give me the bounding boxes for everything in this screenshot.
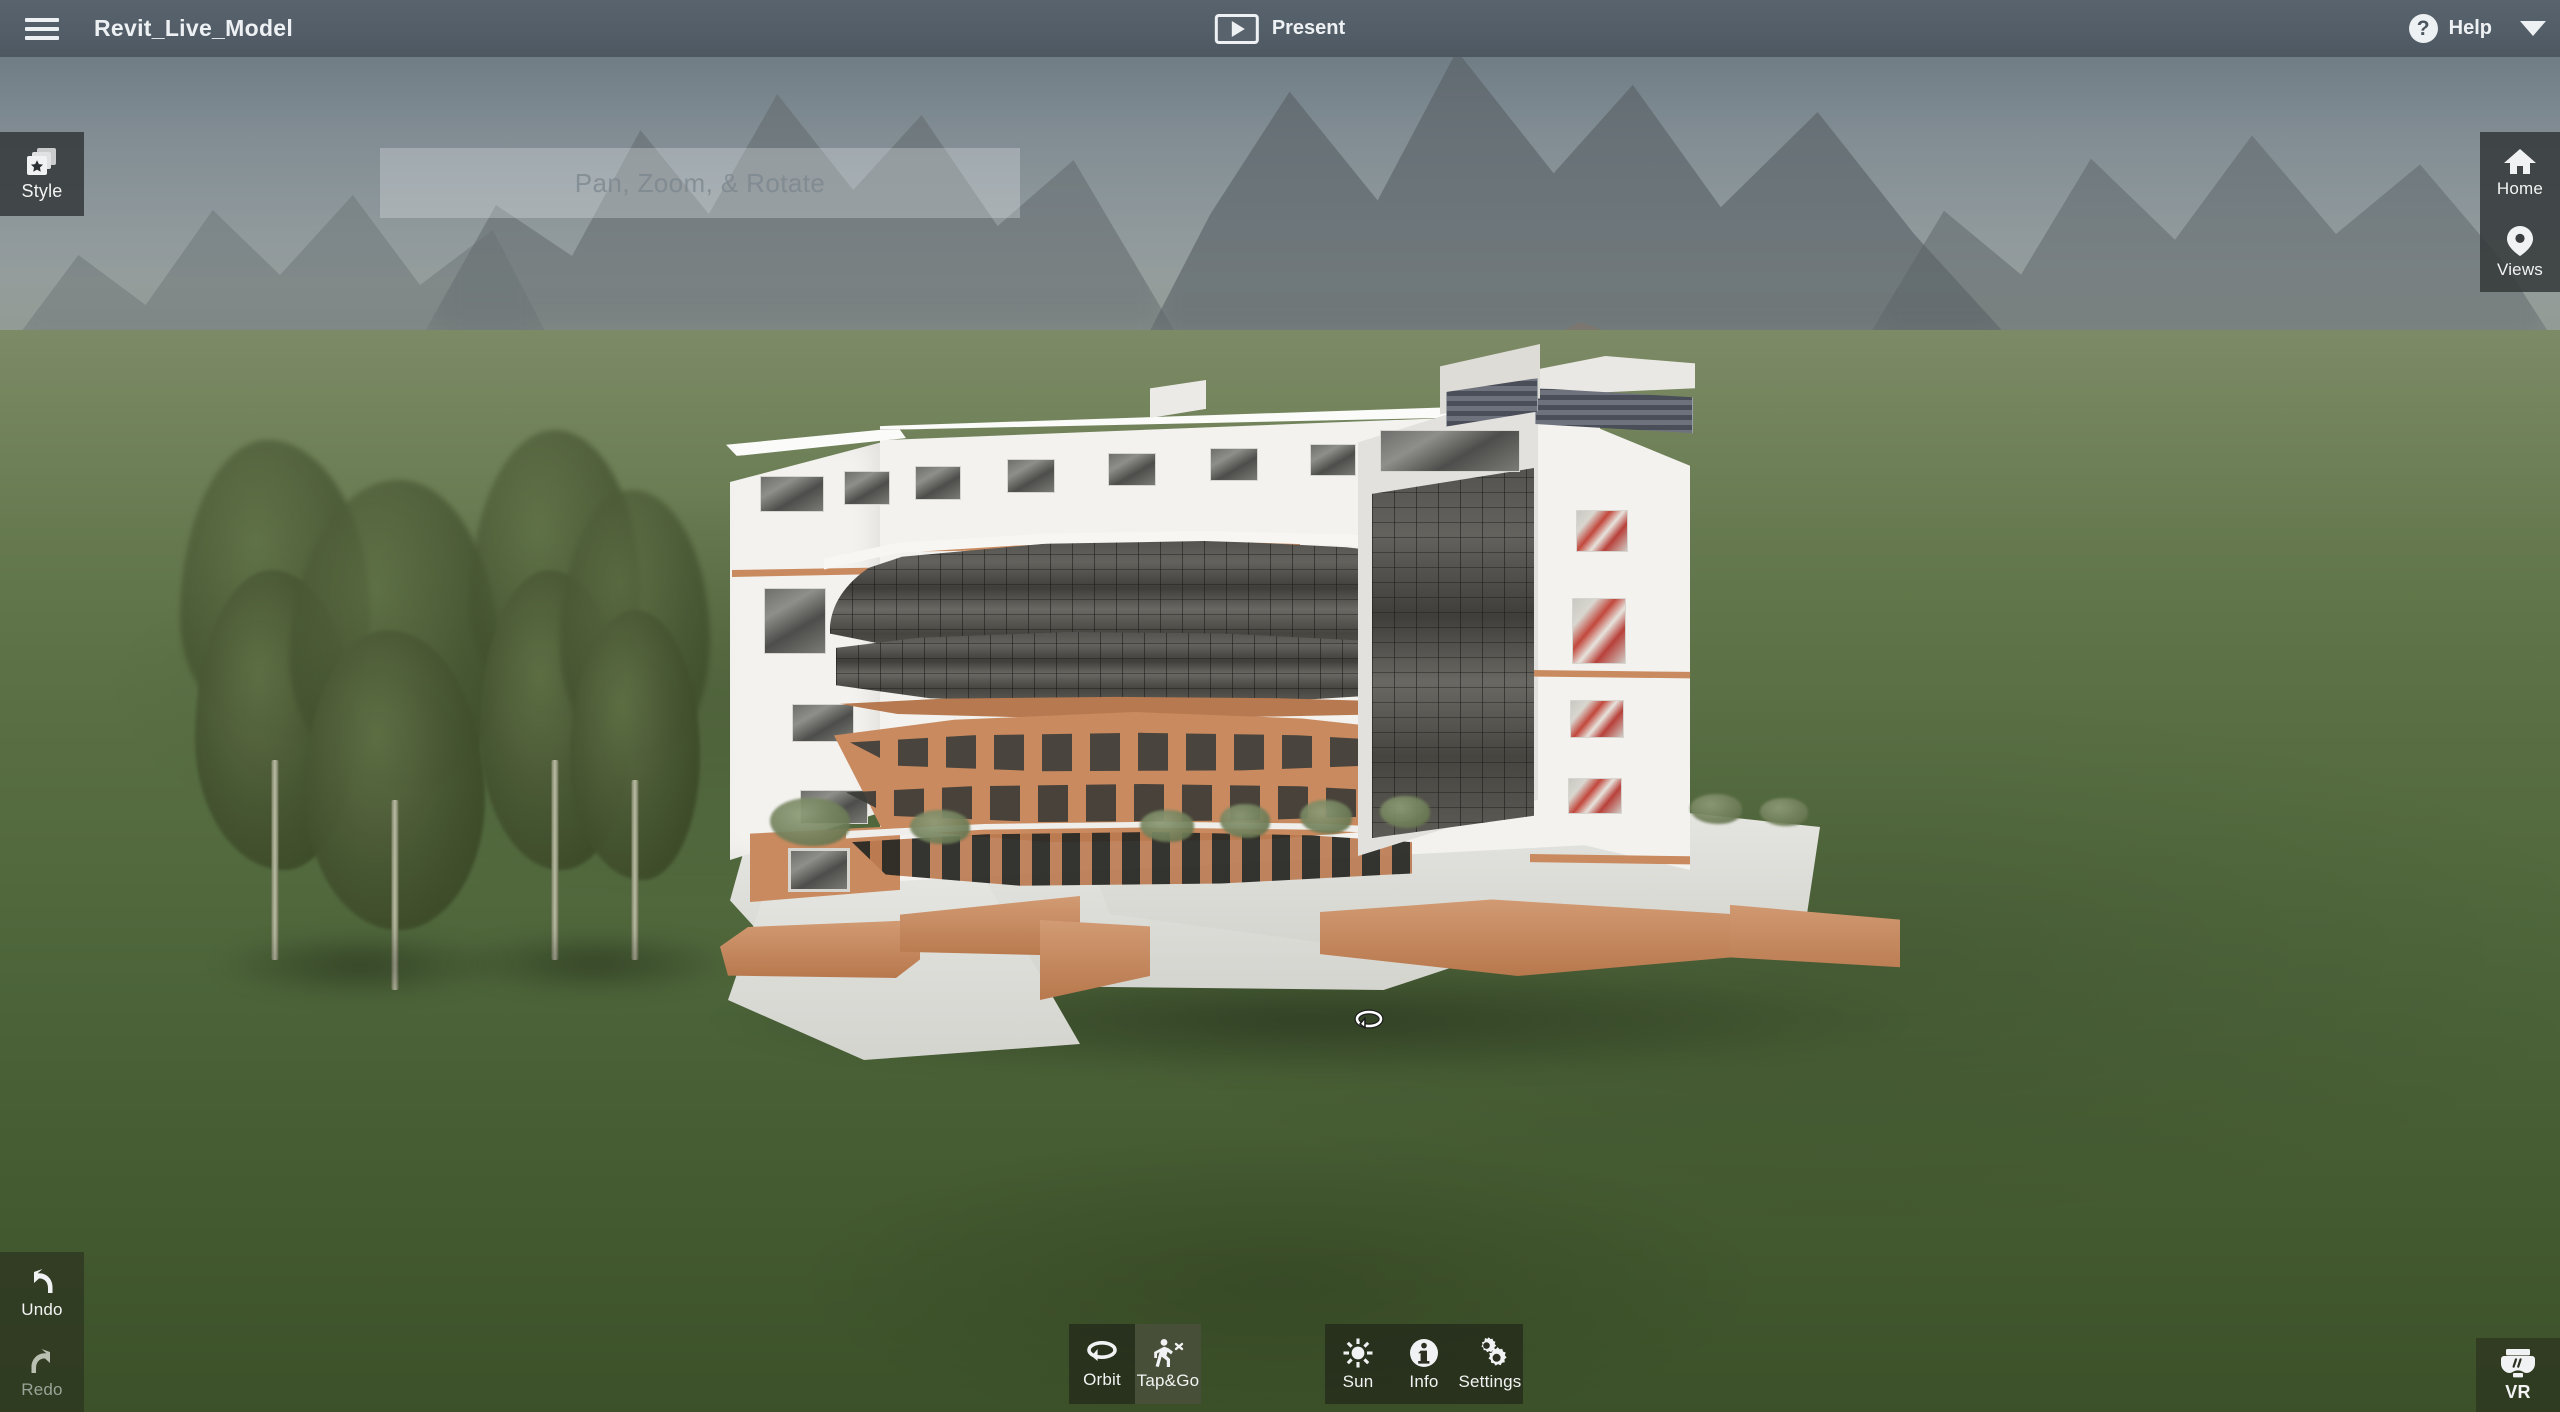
settings-button[interactable]: Settings bbox=[1457, 1324, 1523, 1404]
vr-headset-icon bbox=[2500, 1347, 2536, 1379]
rooftop-mechanical-box bbox=[1150, 380, 1206, 418]
home-button-label: Home bbox=[2496, 178, 2544, 198]
app-header-bar: Revit_Live_Model Present ? Help bbox=[0, 0, 2560, 57]
gears-settings-icon bbox=[1473, 1336, 1507, 1369]
vr-button[interactable]: VR bbox=[2476, 1338, 2560, 1412]
style-button-label: Style bbox=[21, 181, 63, 201]
undo-button-label: Undo bbox=[21, 1299, 63, 1319]
revit-live-viewer-app: Pan, Zoom, & Rotate Revit_Live_Model Pre… bbox=[0, 0, 2560, 1412]
style-cards-star-icon bbox=[24, 146, 60, 178]
scene-options-panel: Sun Info Settings bbox=[1325, 1324, 1523, 1404]
building-model bbox=[700, 344, 1920, 1080]
info-circle-icon bbox=[1408, 1337, 1440, 1369]
tap-and-go-button[interactable]: Tap&Go bbox=[1135, 1324, 1201, 1404]
map-pin-views-icon bbox=[2506, 225, 2534, 257]
present-button-label: Present bbox=[1271, 17, 1346, 39]
tree-shadow bbox=[450, 930, 740, 996]
header-right-group: ? Help bbox=[2395, 0, 2560, 57]
walking-person-icon bbox=[1151, 1338, 1185, 1368]
curtain-wall-glass bbox=[1372, 468, 1534, 838]
terrace-wall bbox=[1730, 904, 1900, 968]
3d-viewport[interactable]: Pan, Zoom, & Rotate bbox=[0, 0, 2560, 1412]
home-button[interactable]: Home bbox=[2480, 132, 2560, 212]
sun-button[interactable]: Sun bbox=[1325, 1324, 1391, 1404]
settings-button-label: Settings bbox=[1458, 1371, 1522, 1391]
redo-button-label: Redo bbox=[21, 1379, 63, 1399]
page-title: Revit_Live_Model bbox=[94, 15, 294, 41]
vr-button-label: VR bbox=[2505, 1382, 2531, 1402]
navigation-mode-panel: Orbit Tap&Go bbox=[1069, 1324, 1201, 1404]
help-button-label: Help bbox=[2448, 17, 2492, 39]
style-button[interactable]: Style bbox=[0, 132, 84, 216]
window-grid-row bbox=[850, 732, 1410, 772]
viewport-hint-text: Pan, Zoom, & Rotate bbox=[574, 167, 826, 198]
help-button[interactable]: ? Help bbox=[2395, 14, 2506, 43]
orbit-button[interactable]: Orbit bbox=[1069, 1324, 1135, 1404]
views-button-label: Views bbox=[2496, 259, 2544, 279]
sun-rays-icon bbox=[1342, 1337, 1374, 1369]
orbit-rotate-icon bbox=[1085, 1339, 1119, 1367]
views-button[interactable]: Views bbox=[2480, 212, 2560, 292]
tree bbox=[290, 480, 500, 990]
question-mark-circle-icon: ? bbox=[2408, 14, 2438, 43]
hamburger-menu-icon[interactable] bbox=[0, 0, 84, 57]
undo-button[interactable]: Undo bbox=[0, 1252, 84, 1332]
viewport-hint-overlay: Pan, Zoom, & Rotate bbox=[380, 148, 1020, 218]
tap-and-go-button-label: Tap&Go bbox=[1136, 1370, 1200, 1390]
history-panel: Undo Redo bbox=[0, 1252, 84, 1412]
home-house-icon bbox=[2503, 146, 2537, 176]
terrace-wall bbox=[720, 920, 920, 978]
style-panel: Style bbox=[0, 132, 84, 216]
undo-curved-arrow-icon bbox=[26, 1265, 58, 1297]
orbit-button-label: Orbit bbox=[1083, 1369, 1121, 1389]
play-video-icon bbox=[1214, 13, 1259, 44]
info-button[interactable]: Info bbox=[1391, 1324, 1457, 1404]
sun-button-label: Sun bbox=[1342, 1371, 1374, 1391]
redo-button[interactable]: Redo bbox=[0, 1332, 84, 1412]
view-navigation-panel: Home Views bbox=[2480, 132, 2560, 292]
vr-panel: VR bbox=[2476, 1338, 2560, 1412]
chevron-down-icon[interactable] bbox=[2506, 0, 2560, 57]
info-button-label: Info bbox=[1409, 1371, 1439, 1391]
curtain-wall-glass bbox=[836, 632, 1422, 704]
present-button[interactable]: Present bbox=[1214, 0, 1346, 57]
redo-curved-arrow-icon bbox=[26, 1345, 58, 1377]
tree bbox=[560, 490, 710, 960]
